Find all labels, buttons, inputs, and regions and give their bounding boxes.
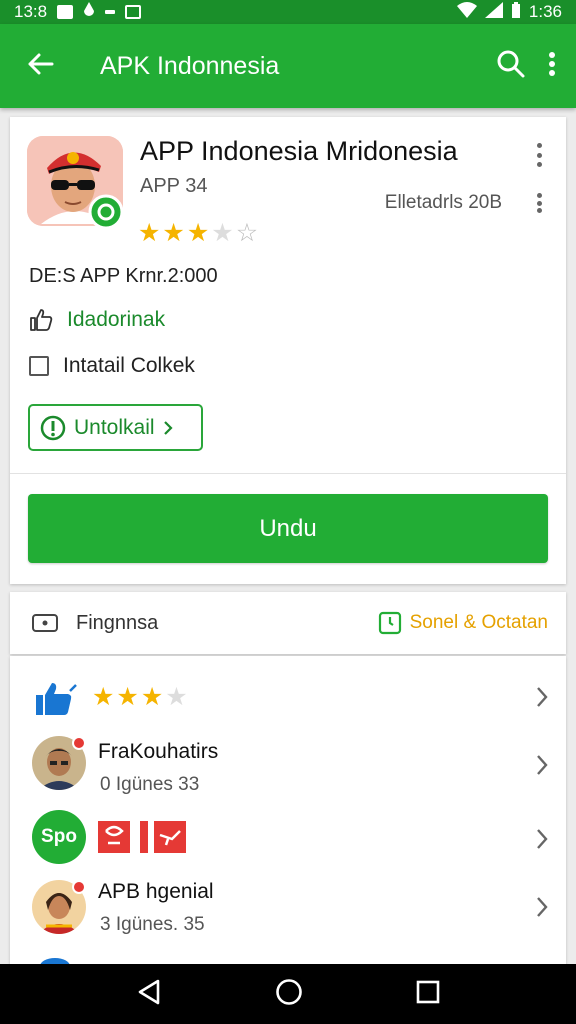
row-rating: ★ ★ ★ ★ <box>92 685 188 710</box>
checkbox-row[interactable]: Intatail Colkek <box>29 354 195 378</box>
status-bar: 13:8 1:36 <box>0 0 576 24</box>
app-bar-title: APK Indonnesia <box>100 51 280 80</box>
thumb-up-icon <box>34 681 78 722</box>
app-description: DE:S APP Krnr.2:000 <box>29 265 218 287</box>
list-item[interactable]: Spo <box>10 804 566 874</box>
app-more-button[interactable] <box>534 143 544 167</box>
divider <box>10 473 566 474</box>
status-clock: 1:36 <box>528 2 562 21</box>
unlock-button-label: Untolkail <box>74 415 155 439</box>
chevron-right-icon <box>536 896 548 923</box>
minus-notification-icon <box>105 10 116 14</box>
status-time: 13:8 <box>14 2 48 21</box>
meta-more-button[interactable] <box>534 193 544 213</box>
like-label: Idadorinak <box>67 308 166 331</box>
app-rating: ★ ★ ★ ★ ☆ <box>138 221 258 246</box>
list-item[interactable]: FraKouhatirs 0 Igünes 33 <box>10 730 566 800</box>
spo-logo: Spo <box>32 810 86 864</box>
wifi-icon <box>456 1 477 23</box>
info-icon <box>40 415 66 440</box>
more-vert-icon <box>536 193 542 198</box>
section-header: Fingnnsa Sonel & Octatan <box>10 592 566 654</box>
row-subtitle: 3 Igünes. 35 <box>100 914 205 935</box>
more-vert-icon <box>536 143 542 148</box>
app-meta: Elletadrls 20B <box>384 192 502 213</box>
screen-icon <box>32 614 58 632</box>
notification-badge <box>72 880 86 894</box>
spo-logo-label: Spo <box>41 826 77 847</box>
back-arrow-icon <box>26 52 54 81</box>
star-icon: ★ <box>165 683 188 711</box>
checkbox-label: Intatail Colkek <box>63 354 195 377</box>
notification-badge <box>72 736 86 750</box>
nav-home-button[interactable] <box>275 978 303 1011</box>
app-name: APP Indonesia Mridonesia <box>140 136 458 166</box>
star-icon: ★ <box>162 219 185 247</box>
nav-back-icon <box>139 979 160 1004</box>
star-icon: ★ <box>138 219 161 247</box>
section-link[interactable]: Sonel & Octatan <box>378 611 548 635</box>
checkbox-icon[interactable] <box>29 356 49 376</box>
image-notification-icon <box>125 5 142 19</box>
navigation-bar <box>0 964 576 1024</box>
like-row[interactable]: Idadorinak <box>29 308 165 332</box>
list-item[interactable]: APB hgenial 3 Igünes. 35 <box>10 874 566 944</box>
drop-notification-icon <box>83 1 95 23</box>
section-title: Fingnnsa <box>76 611 159 634</box>
row-title: APB hgenial <box>98 880 214 903</box>
section-link-label: Sonel & Octatan <box>409 612 548 633</box>
download-button-label: Undu <box>259 514 317 542</box>
unlock-button[interactable]: Untolkail <box>28 404 203 451</box>
back-button[interactable] <box>0 52 80 81</box>
more-vert-icon <box>549 51 555 76</box>
thumb-up-icon <box>30 309 53 331</box>
chevron-right-icon <box>536 828 548 855</box>
app-detail-card: APP Indonesia Mridonesia APP 34 Elletadr… <box>10 117 566 584</box>
nav-back-button[interactable] <box>136 978 162 1011</box>
row-title: FraKouhatirs <box>98 740 219 763</box>
chevron-right-icon <box>536 754 548 781</box>
star-icon: ★ <box>92 683 115 711</box>
star-icon: ☆ <box>235 219 259 247</box>
red-app-icon <box>98 821 188 860</box>
app-version: APP 34 <box>140 175 208 197</box>
star-icon: ★ <box>140 683 164 711</box>
overflow-menu-button[interactable] <box>548 51 556 82</box>
verified-badge-icon <box>88 194 124 235</box>
star-icon: ★ <box>116 683 139 711</box>
nav-home-icon <box>276 978 302 1005</box>
review-list: ★ ★ ★ ★ FraKouhatirs 0 Igünes 33 Spo APB… <box>10 656 566 966</box>
signal-icon <box>484 1 503 23</box>
nav-recents-button[interactable] <box>416 980 440 1009</box>
clock-icon <box>378 611 401 635</box>
photo-notification-icon <box>57 5 74 19</box>
search-icon <box>497 50 525 77</box>
list-item[interactable]: ★ ★ ★ ★ <box>10 664 566 734</box>
nav-recents-icon <box>416 980 439 1003</box>
search-button[interactable] <box>496 49 526 84</box>
app-bar: APK Indonnesia <box>0 24 576 108</box>
star-icon: ★ <box>211 219 234 247</box>
download-button[interactable]: Undu <box>28 494 548 563</box>
row-subtitle: 0 Igünes 33 <box>100 774 200 795</box>
star-icon: ★ <box>186 219 210 247</box>
chevron-right-icon <box>536 686 548 713</box>
battery-icon <box>511 1 521 23</box>
chevron-right-icon <box>163 420 173 435</box>
